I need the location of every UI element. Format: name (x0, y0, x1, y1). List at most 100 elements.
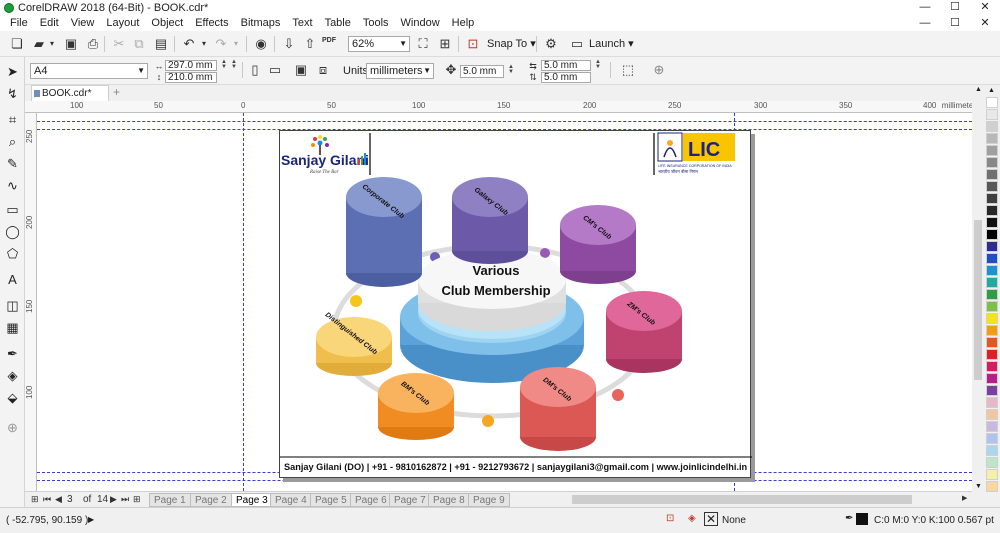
guideline[interactable] (243, 113, 244, 491)
page-tab-8[interactable]: Page 8 (428, 493, 470, 507)
duplicate-x-input[interactable]: 5.0 mm (541, 60, 591, 71)
transparency-icon[interactable]: ▦ (4, 319, 21, 336)
width-spinner[interactable]: ▲ ▼ (221, 59, 227, 70)
last-page-icon[interactable]: ⏭ (121, 494, 129, 505)
previous-page-icon[interactable]: ◀ (55, 494, 62, 505)
nudge-distance-input[interactable]: 5.0 mm (460, 65, 504, 78)
menu-layout[interactable]: Layout (100, 15, 145, 31)
page-tab-3[interactable]: Page 3 (231, 493, 273, 507)
rectangle-tool-icon[interactable]: ▭ (4, 201, 21, 218)
add-page-icon[interactable]: ⊞ (31, 494, 39, 505)
menu-table[interactable]: Table (319, 15, 357, 31)
pick-tool-icon[interactable]: ➤ (4, 63, 21, 80)
text-tool-icon[interactable]: A (4, 271, 21, 288)
palette-swatch[interactable] (986, 217, 998, 228)
page-tab-6[interactable]: Page 6 (350, 493, 392, 507)
palette-swatch[interactable] (986, 433, 998, 444)
palette-swatch[interactable] (986, 337, 998, 348)
doc-minimize-button[interactable]: — (910, 15, 940, 31)
full-screen-preview-icon[interactable]: ⛶ (416, 37, 430, 51)
paste-icon[interactable]: ▤ (154, 37, 168, 51)
status-expand-icon[interactable]: ▶ (88, 515, 94, 524)
zoom-level-select[interactable]: 62% ▼ (348, 36, 410, 52)
snap-to-dropdown[interactable]: Snap To ▾ (487, 37, 536, 50)
width-stepper[interactable]: ▲ ▼ (231, 59, 237, 70)
palette-swatch[interactable] (986, 193, 998, 204)
fill-picker-icon[interactable]: ◈ (688, 513, 696, 524)
palette-swatch[interactable] (986, 97, 998, 108)
document-page[interactable]: Sanjay Gilani Raise The Bar LIC LIFE INS… (279, 130, 752, 478)
new-document-icon[interactable]: ❏ (10, 37, 24, 51)
launch-dropdown[interactable]: Launch ▾ (589, 37, 634, 50)
palette-swatch[interactable] (986, 109, 998, 120)
palette-swatch[interactable] (986, 133, 998, 144)
vertical-scrollbar[interactable]: ▲ ▼ (972, 85, 984, 491)
minimize-button[interactable]: — (910, 0, 940, 15)
add-page-after-icon[interactable]: ⊞ (133, 494, 141, 505)
publish-pdf-icon[interactable]: PDF (322, 37, 336, 51)
palette-swatch[interactable] (986, 349, 998, 360)
palette-swatch[interactable] (986, 397, 998, 408)
menu-tools[interactable]: Tools (357, 15, 395, 31)
first-page-icon[interactable]: ⏮ (43, 494, 51, 505)
artistic-media-icon[interactable]: ∿ (4, 177, 21, 194)
document-tab[interactable]: BOOK.cdr* (31, 85, 109, 101)
duplicate-y-input[interactable]: 5.0 mm (541, 72, 591, 83)
scroll-down-icon[interactable]: ▼ (975, 483, 982, 490)
palette-swatch[interactable] (986, 157, 998, 168)
guideline[interactable] (37, 480, 972, 481)
ellipse-tool-icon[interactable]: ◯ (4, 223, 21, 240)
menu-help[interactable]: Help (446, 15, 481, 31)
palette-swatch[interactable] (986, 241, 998, 252)
save-icon[interactable]: ▣ (64, 37, 78, 51)
duplicate-spinner[interactable]: ▲ ▼ (595, 59, 601, 70)
polygon-tool-icon[interactable]: ⬠ (4, 245, 21, 262)
page-height-input[interactable]: 210.0 mm (165, 72, 217, 83)
freehand-tool-icon[interactable]: ✎ (4, 155, 21, 172)
snap-magnet-icon[interactable]: ⊡ (466, 37, 480, 51)
cut-icon[interactable]: ✂ (112, 37, 126, 51)
menu-edit[interactable]: Edit (34, 15, 65, 31)
palette-swatch[interactable] (986, 445, 998, 456)
eyedropper-icon[interactable]: ✒ (4, 345, 21, 362)
palette-swatch[interactable] (986, 457, 998, 468)
palette-swatch[interactable] (986, 373, 998, 384)
maximize-button[interactable]: ☐ (940, 0, 970, 15)
crop-tool-icon[interactable]: ⌗ (4, 111, 21, 128)
palette-swatch[interactable] (986, 313, 998, 324)
palette-swatch[interactable] (986, 421, 998, 432)
palette-swatch[interactable] (986, 145, 998, 156)
palette-swatch[interactable] (986, 205, 998, 216)
palette-swatch[interactable] (986, 361, 998, 372)
palette-swatch[interactable] (986, 265, 998, 276)
close-button[interactable]: ✕ (970, 0, 1000, 15)
horizontal-ruler[interactable]: 100 50 0 50 100 150 200 250 300 350 400 … (25, 101, 982, 113)
page-size-select[interactable]: A4 ▼ (30, 63, 148, 79)
page-tab-7[interactable]: Page 7 (389, 493, 431, 507)
undo-dropdown-icon[interactable]: ▾ (197, 37, 211, 51)
menu-text[interactable]: Text (286, 15, 318, 31)
doc-close-button[interactable]: ✕ (970, 15, 1000, 31)
units-select[interactable]: millimeters ▼ (366, 63, 434, 79)
no-fill-icon[interactable]: ✕ (704, 512, 718, 526)
outline-pen-icon[interactable]: ✒ (845, 513, 853, 524)
open-folder-icon[interactable]: ▰ (32, 37, 46, 51)
page-tab-4[interactable]: Page 4 (270, 493, 312, 507)
page-tab-2[interactable]: Page 2 (190, 493, 232, 507)
outline-color-swatch[interactable] (856, 513, 868, 525)
palette-swatch[interactable] (986, 277, 998, 288)
page-tab-5[interactable]: Page 5 (310, 493, 352, 507)
doc-restore-button[interactable]: ☐ (940, 15, 970, 31)
next-page-icon[interactable]: ▶ (110, 494, 117, 505)
palette-swatch[interactable] (986, 469, 998, 480)
palette-swatch[interactable] (986, 289, 998, 300)
scroll-up-icon[interactable]: ▲ (975, 86, 982, 93)
menu-file[interactable]: File (4, 15, 34, 31)
interactive-fill-icon[interactable]: ◈ (4, 367, 21, 384)
quick-customize-icon[interactable]: ⊕ (652, 63, 666, 77)
landscape-icon[interactable]: ▭ (268, 63, 282, 77)
add-tool-icon[interactable]: ⊕ (4, 419, 21, 436)
page-width-input[interactable]: 297.0 mm (165, 60, 217, 71)
vertical-ruler[interactable]: 250 200 150 100 (25, 113, 37, 491)
palette-swatch[interactable] (986, 229, 998, 240)
